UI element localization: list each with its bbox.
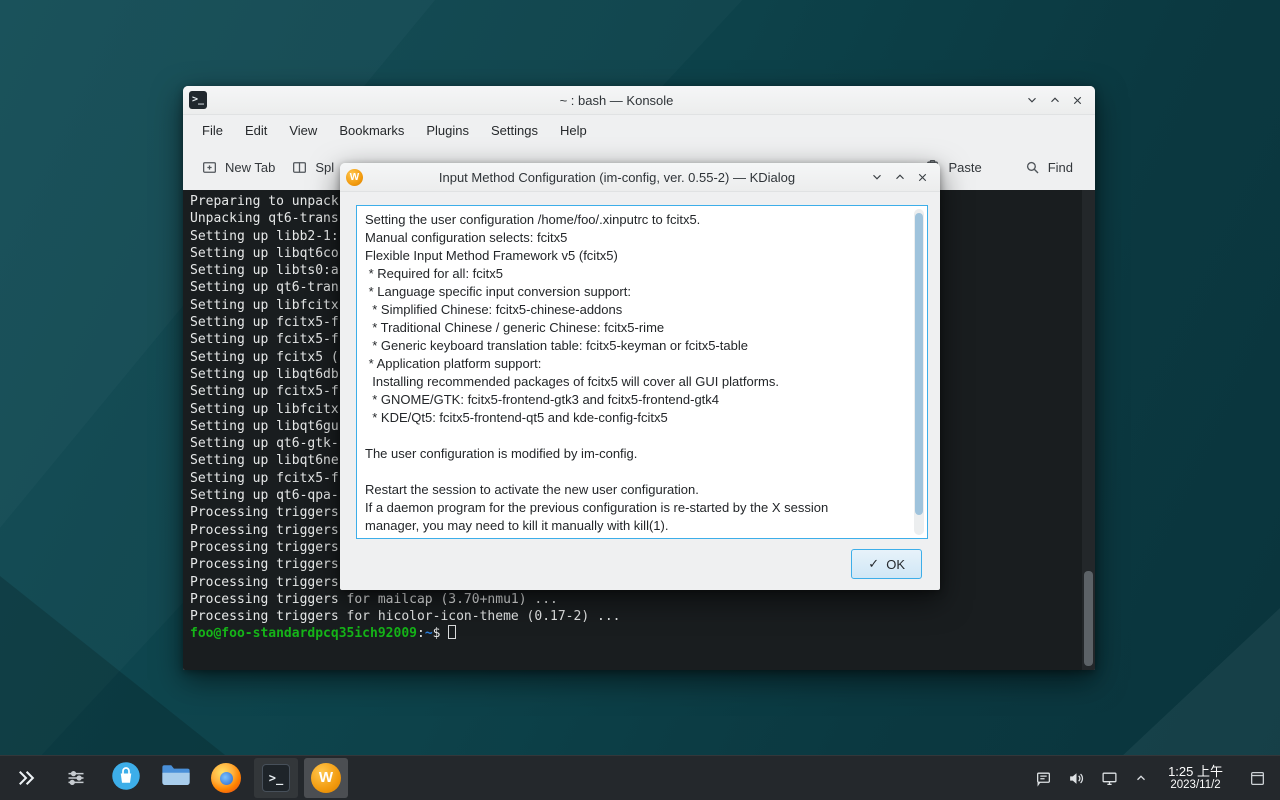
menu-item-edit[interactable]: Edit [234, 115, 278, 145]
kdialog-task[interactable]: W [304, 758, 348, 798]
expand-tray-icon[interactable] [1134, 771, 1148, 785]
menu-item-help[interactable]: Help [549, 115, 598, 145]
terminal-scrollbar-thumb[interactable] [1084, 571, 1093, 666]
find-label: Find [1048, 160, 1073, 175]
dialog-text-line: The user configuration is modified by im… [365, 445, 907, 463]
dialog-text-line: * Simplified Chinese: fcitx5-chinese-add… [365, 301, 907, 319]
find-button[interactable]: Find [1016, 153, 1081, 182]
dialog-text-line [365, 463, 907, 481]
dialog-text-line: Flexible Input Method Framework v5 (fcit… [365, 247, 907, 265]
maximize-icon[interactable] [888, 166, 911, 189]
dialog-text-line: * Language specific input conversion sup… [365, 283, 907, 301]
dialog-scrollbar-thumb[interactable] [915, 213, 923, 515]
menu-item-bookmarks[interactable]: Bookmarks [328, 115, 415, 145]
dialog-text-line: See im-config(8) and /usr/share/doc/im-c… [365, 535, 907, 539]
menu-item-view[interactable]: View [278, 115, 328, 145]
dialog-text-line: Restart the session to activate the new … [365, 481, 907, 499]
dialog-text-line: * KDE/Qt5: fcitx5-frontend-qt5 and kde-c… [365, 409, 907, 427]
terminal-cursor [448, 625, 456, 639]
new-tab-label: New Tab [225, 160, 275, 175]
dialog-text-line: manager, you may need to kill it manuall… [365, 517, 907, 535]
app-launcher-button[interactable] [4, 758, 48, 798]
dialog-text-line: Installing recommended packages of fcitx… [365, 373, 907, 391]
kdialog-window: W Input Method Configuration (im-config,… [340, 163, 940, 590]
dialog-text-line: Manual configuration selects: fcitx5 [365, 229, 907, 247]
dolphin-task[interactable] [154, 758, 198, 798]
notifications-icon[interactable] [1035, 770, 1052, 787]
find-icon [1024, 159, 1041, 176]
discover-icon [111, 761, 141, 796]
ok-button[interactable]: ✓ OK [851, 549, 922, 579]
clock[interactable]: 1:25 上午 2023/11/2 [1168, 764, 1223, 792]
firefox-task[interactable] [204, 758, 248, 798]
konsole-task[interactable]: >_ [254, 758, 298, 798]
maximize-icon[interactable] [1043, 89, 1066, 112]
im-config-app-icon: W [346, 169, 363, 186]
dialog-scrollbar[interactable] [914, 209, 924, 535]
dolphin-icon [161, 763, 191, 793]
desktop: >_ ~ : bash — Konsole File Edit View Boo… [0, 0, 1280, 800]
dialog-text-line [365, 427, 907, 445]
clock-date: 2023/11/2 [1168, 779, 1223, 792]
dialog-text-line: * Traditional Chinese / generic Chinese:… [365, 319, 907, 337]
minimize-icon[interactable] [865, 166, 888, 189]
new-tab-icon [201, 159, 218, 176]
konsole-icon: >_ [262, 764, 290, 792]
konsole-app-icon: >_ [189, 91, 207, 109]
ok-label: OK [886, 557, 905, 572]
dialog-text-line: * Application platform support: [365, 355, 907, 373]
prompt-symbol: $ [433, 626, 441, 641]
dialog-text-line: * Generic keyboard translation table: fc… [365, 337, 907, 355]
dialog-text: Setting the user configuration /home/foo… [365, 211, 907, 539]
check-icon: ✓ [868, 556, 879, 572]
terminal-line: Processing triggers for hicolor-icon-the… [190, 608, 1079, 625]
prompt-separator: : [417, 626, 425, 641]
pager-icon [66, 768, 86, 788]
minimize-icon[interactable] [1020, 89, 1043, 112]
kdialog-window-title: Input Method Configuration (im-config, v… [369, 170, 865, 185]
split-view-label: Spl [315, 160, 334, 175]
kdialog-titlebar[interactable]: W Input Method Configuration (im-config,… [340, 163, 940, 192]
close-icon[interactable] [911, 166, 934, 189]
terminal-line: Processing triggers for mailcap (3.70+nm… [190, 591, 1079, 608]
dialog-text-line: If a daemon program for the previous con… [365, 499, 907, 517]
konsole-titlebar[interactable]: >_ ~ : bash — Konsole [183, 86, 1095, 115]
dialog-text-area[interactable]: Setting the user configuration /home/foo… [356, 205, 928, 539]
split-view-button[interactable]: Spl [283, 153, 342, 182]
menu-item-settings[interactable]: Settings [480, 115, 549, 145]
system-tray: 1:25 上午 2023/11/2 [1035, 764, 1280, 792]
menu-item-plugins[interactable]: Plugins [415, 115, 480, 145]
volume-icon[interactable] [1068, 770, 1085, 787]
menu-item-file[interactable]: File [191, 115, 234, 145]
dialog-text-line: * Required for all: fcitx5 [365, 265, 907, 283]
pager-button[interactable] [54, 758, 98, 798]
show-desktop-icon[interactable] [1249, 770, 1266, 787]
dialog-text-line: * GNOME/GTK: fcitx5-frontend-gtk3 and fc… [365, 391, 907, 409]
dialog-text-line: Setting the user configuration /home/foo… [365, 211, 907, 229]
app-launcher-icon [16, 768, 36, 788]
konsole-window-title: ~ : bash — Konsole [213, 93, 1020, 108]
terminal-prompt: foo@foo-standardpcq35ich92009:~$ [190, 625, 1079, 642]
kdialog-icon: W [311, 763, 341, 793]
firefox-icon [211, 763, 241, 793]
split-view-icon [291, 159, 308, 176]
konsole-menubar: File Edit View Bookmarks Plugins Setting… [183, 115, 1095, 145]
clock-time: 1:25 上午 [1168, 764, 1223, 779]
prompt-user-host: foo@foo-standardpcq35ich92009 [190, 626, 417, 641]
prompt-path: ~ [425, 626, 433, 641]
terminal-scrollbar[interactable] [1082, 190, 1095, 670]
display-icon[interactable] [1101, 770, 1118, 787]
discover-task[interactable] [104, 758, 148, 798]
new-tab-button[interactable]: New Tab [193, 153, 283, 182]
close-icon[interactable] [1066, 89, 1089, 112]
paste-label: Paste [948, 160, 981, 175]
taskbar: >_ W 1:25 上午 2023/11/2 [0, 755, 1280, 800]
